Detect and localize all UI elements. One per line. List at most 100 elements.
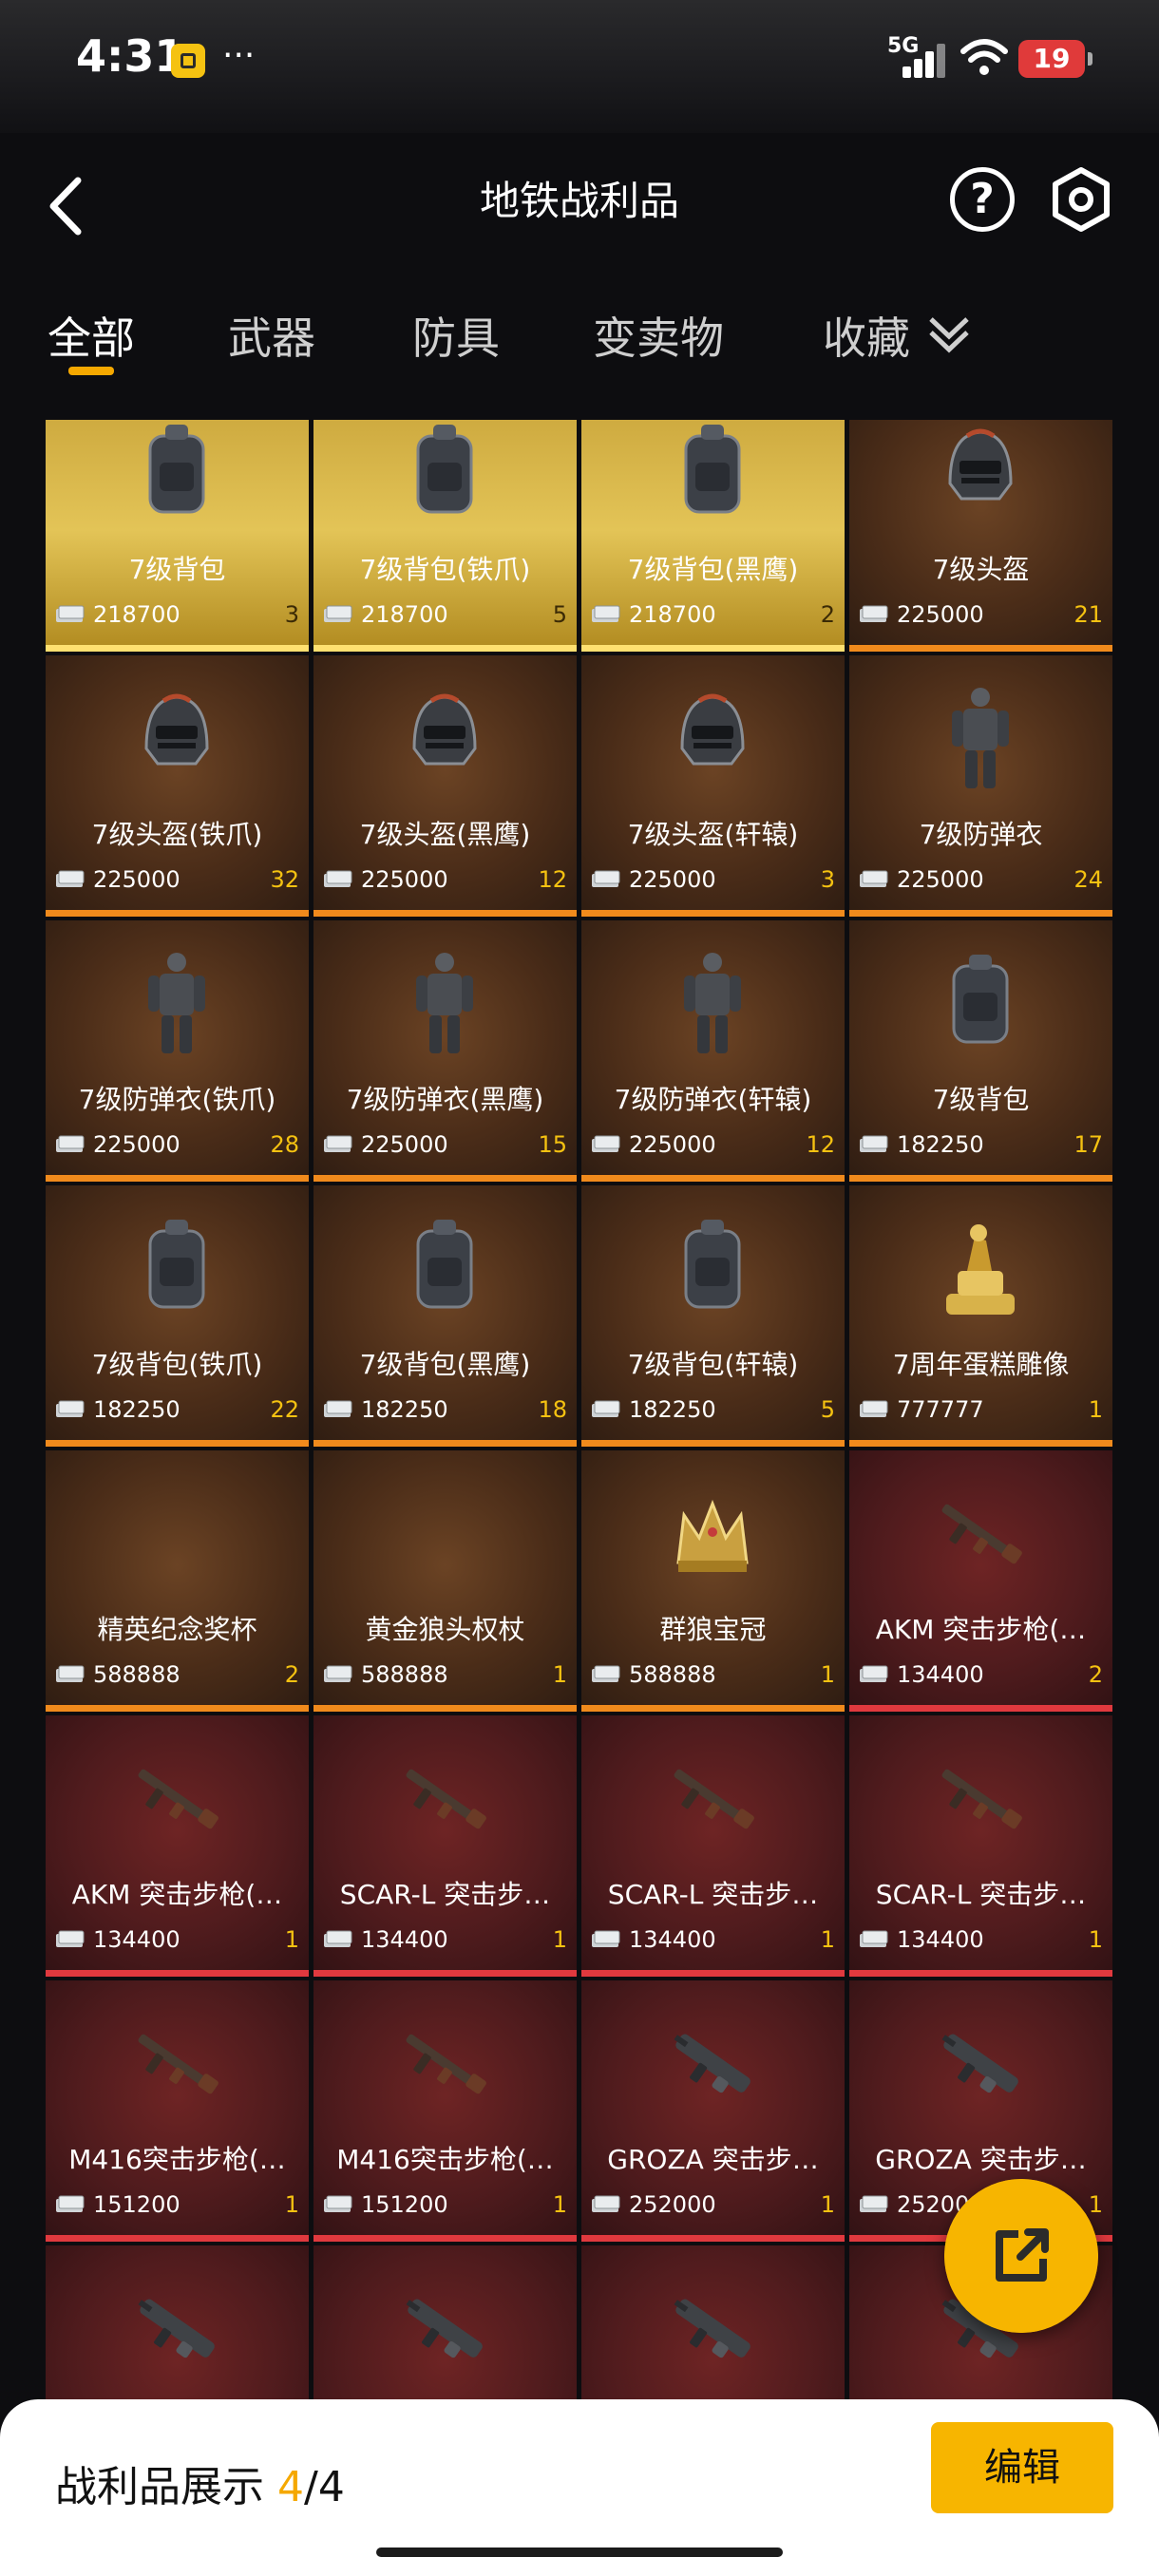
item-price: 218700 xyxy=(629,601,716,628)
loot-card[interactable]: M416突击步枪(… 151200 1 xyxy=(46,1980,309,2242)
header: 地铁战利品 ? xyxy=(0,133,1159,275)
loot-card[interactable]: 7级防弹衣(铁爪) 225000 28 xyxy=(46,920,309,1182)
item-name: 7级背包 xyxy=(128,554,226,585)
loot-card[interactable]: 群狼宝冠 588888 1 xyxy=(581,1450,845,1712)
rifle-icon xyxy=(138,1769,218,1829)
edit-button[interactable]: 编辑 xyxy=(931,2422,1113,2513)
item-price: 151200 xyxy=(93,2191,180,2218)
loot-card[interactable]: 精英纪念奖杯 588888 2 xyxy=(46,1450,309,1712)
loot-card[interactable]: 7周年蛋糕雕像 777777 1 xyxy=(849,1185,1112,1447)
price-row: 225000 24 xyxy=(859,862,1103,897)
loot-card[interactable]: 7级背包(黑鹰) 182250 18 xyxy=(314,1185,577,1447)
loot-card[interactable]: 7级头盔 225000 21 xyxy=(849,420,1112,652)
price-row: 225000 21 xyxy=(859,597,1103,632)
share-button[interactable] xyxy=(944,2179,1098,2333)
price-row: 252000 1 xyxy=(591,2188,835,2222)
item-price: 134400 xyxy=(629,1926,716,1953)
item-price: 218700 xyxy=(93,601,180,628)
backpack-icon xyxy=(684,1220,741,1309)
help-icon[interactable]: ? xyxy=(950,167,1015,232)
item-price: 588888 xyxy=(361,1661,448,1688)
price-row: 588888 2 xyxy=(55,1657,299,1692)
rifle-icon xyxy=(406,2034,486,2094)
item-quantity: 21 xyxy=(1074,601,1103,628)
item-name: GROZA 突击步… xyxy=(875,2144,1087,2175)
item-price: 134400 xyxy=(93,1926,180,1953)
item-price: 225000 xyxy=(93,866,180,893)
loot-card[interactable]: 7级头盔(轩辕) 225000 3 xyxy=(581,655,845,917)
tab-armor[interactable]: 防具 xyxy=(412,304,500,367)
item-name: 7级头盔(黑鹰) xyxy=(359,819,531,850)
item-price: 182250 xyxy=(361,1396,448,1423)
loot-card[interactable]: AUG 突击步枪(…2520006 xyxy=(581,2245,845,2405)
item-name: 7级背包 xyxy=(932,1084,1030,1115)
loot-card[interactable]: SCAR-L 突击步… 134400 1 xyxy=(581,1715,845,1977)
rifle-icon xyxy=(941,1769,1022,1829)
loot-card[interactable]: 7级背包(轩辕) 182250 5 xyxy=(581,1185,845,1447)
item-quantity: 1 xyxy=(552,2191,567,2218)
loot-card[interactable]: 7级头盔(铁爪) 225000 32 xyxy=(46,655,309,917)
item-quantity: 28 xyxy=(270,1131,299,1158)
loot-card[interactable]: GROZA 突击步… 252000 1 xyxy=(581,1980,845,2242)
armor-icon xyxy=(148,953,205,1053)
item-price: 218700 xyxy=(361,601,448,628)
settings-hex-icon[interactable] xyxy=(1047,165,1115,234)
price-row: 151200 1 xyxy=(55,2188,299,2222)
loot-card[interactable]: 7级背包(黑鹰) 218700 2 xyxy=(581,420,845,652)
loot-card[interactable]: 7级防弹衣(黑鹰) 225000 15 xyxy=(314,920,577,1182)
loot-card[interactable]: 7级背包(铁爪) 182250 22 xyxy=(46,1185,309,1447)
tab-favorites[interactable]: 收藏 xyxy=(823,304,910,367)
price-row: 218700 3 xyxy=(55,597,299,632)
loot-card[interactable]: 黄金狼头权杖 588888 1 xyxy=(314,1450,577,1712)
loot-card[interactable]: SCAR-L 突击步… 134400 1 xyxy=(314,1715,577,1977)
home-indicator xyxy=(376,2548,783,2557)
tab-all[interactable]: 全部 xyxy=(48,304,135,367)
item-name: 7级头盔 xyxy=(932,554,1030,585)
loot-card[interactable]: 7级背包 218700 3 xyxy=(46,420,309,652)
cash-icon xyxy=(592,1135,620,1152)
cash-icon xyxy=(860,2195,888,2212)
item-name: AKM 突击步枪(… xyxy=(875,1614,1087,1645)
item-name: SCAR-L 突击步… xyxy=(339,1879,551,1910)
item-name: 7级背包(黑鹰) xyxy=(359,1349,531,1380)
bullpup-rifle-icon xyxy=(138,2299,215,2358)
loot-card[interactable]: 7级背包 182250 17 xyxy=(849,920,1112,1182)
loot-card[interactable]: AUG 突击步枪(…2520005 xyxy=(314,2245,577,2405)
chevron-down-icon[interactable] xyxy=(925,313,973,357)
rifle-icon xyxy=(138,2034,218,2094)
loot-card[interactable]: 7级头盔(黑鹰) 225000 12 xyxy=(314,655,577,917)
cash-icon xyxy=(56,1665,85,1682)
bullpup-rifle-icon xyxy=(674,2034,750,2093)
loot-card[interactable]: 7级背包(铁爪) 218700 5 xyxy=(314,420,577,652)
loot-card[interactable]: 7级防弹衣 225000 24 xyxy=(849,655,1112,917)
item-quantity: 1 xyxy=(284,2191,299,2218)
loot-card[interactable]: M416突击步枪(… 151200 1 xyxy=(314,1980,577,2242)
item-price: 588888 xyxy=(93,1661,180,1688)
item-name: 7级头盔(铁爪) xyxy=(91,819,263,850)
loot-card[interactable]: AUG 突击步枪(…25200020 xyxy=(46,2245,309,2405)
loot-grid: 7级背包 218700 3 7级背包(铁爪) 218700 5 7级背包(黑鹰) 218700… xyxy=(46,420,1113,2405)
cake-statue-icon xyxy=(946,1224,1015,1315)
loot-card[interactable]: 7级防弹衣(轩辕) 225000 12 xyxy=(581,920,845,1182)
item-name: 7级防弹衣 xyxy=(919,819,1043,850)
item-name: SCAR-L 突击步… xyxy=(607,1879,819,1910)
bullpup-rifle-icon xyxy=(674,2299,750,2358)
item-price: 225000 xyxy=(361,1131,448,1158)
item-quantity: 5 xyxy=(552,601,567,628)
item-price: 182250 xyxy=(93,1396,180,1423)
more-notifications-icon: ··· xyxy=(222,36,256,75)
loot-card[interactable]: AKM 突击步枪(… 134400 1 xyxy=(46,1715,309,1977)
item-price: 225000 xyxy=(629,1131,716,1158)
loot-card[interactable]: AKM 突击步枪(… 134400 2 xyxy=(849,1450,1112,1712)
tab-sellables[interactable]: 变卖物 xyxy=(593,304,724,367)
cash-icon xyxy=(56,605,85,622)
loot-card[interactable]: SCAR-L 突击步… 134400 1 xyxy=(849,1715,1112,1977)
item-quantity: 12 xyxy=(806,1131,835,1158)
cash-icon xyxy=(324,605,352,622)
item-name: 黄金狼头权杖 xyxy=(365,1614,525,1645)
item-price: 225000 xyxy=(361,866,448,893)
tab-weapons[interactable]: 武器 xyxy=(228,304,315,367)
item-price: 777777 xyxy=(897,1396,984,1423)
item-quantity: 12 xyxy=(538,866,567,893)
signal-icon xyxy=(897,42,946,78)
